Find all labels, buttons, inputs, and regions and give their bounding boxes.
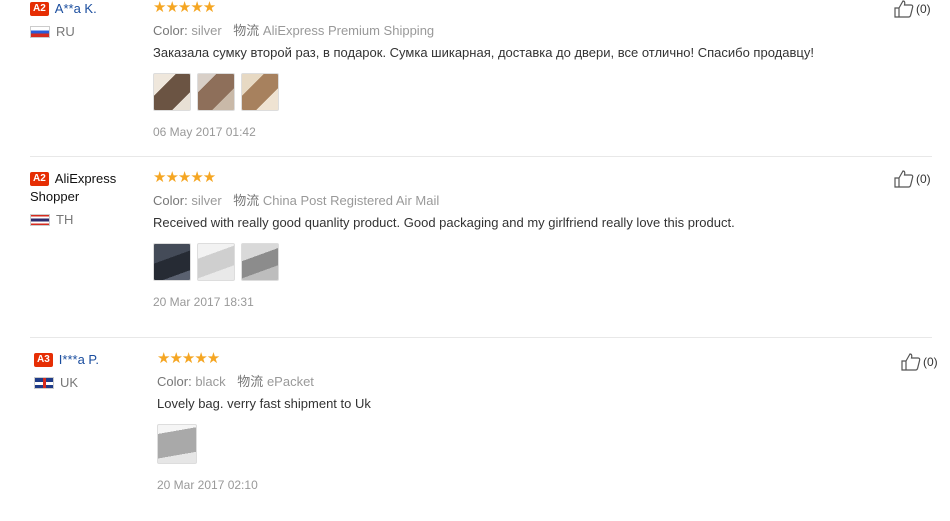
bag-photo-thumbnail[interactable] [197, 73, 235, 111]
shipping-value: ePacket [266, 374, 314, 389]
review-photos [157, 424, 371, 464]
thumbs-up-icon [901, 353, 921, 371]
reviewer-info: A3 I***a P. UK [34, 351, 149, 390]
review-photos [153, 73, 814, 111]
bag-photo-thumbnail[interactable] [153, 73, 191, 111]
level-badge: A2 [30, 172, 49, 186]
shipping-label: 物流 [237, 374, 264, 389]
review-meta: Color: silver 物流 China Post Registered A… [153, 190, 735, 209]
shipping-label: 物流 [233, 23, 260, 38]
helpful-count: (0) [916, 172, 931, 186]
shipping-value: AliExpress Premium Shipping [262, 23, 435, 38]
review-text: Received with really good quanlity produ… [153, 215, 735, 230]
country: RU [30, 24, 145, 39]
shipping-value: China Post Registered Air Mail [262, 193, 440, 208]
helpful-count: (0) [916, 2, 931, 16]
review-divider [30, 156, 932, 157]
flag-uk-icon [34, 376, 54, 389]
helpful-button[interactable]: (0) [894, 0, 931, 18]
country-code: RU [56, 24, 75, 39]
review-meta: Color: black 物流 ePacket [157, 371, 371, 390]
reviewer-name-line2: Shopper [30, 189, 80, 204]
bag-photo-thumbnail[interactable] [197, 243, 235, 281]
bag-photo-thumbnail[interactable] [157, 424, 197, 464]
flag-th-icon [30, 213, 50, 226]
shipping-label: 物流 [233, 193, 260, 208]
review-meta: Color: silver 物流 AliExpress Premium Ship… [153, 20, 814, 39]
thumbs-up-icon [894, 0, 914, 18]
helpful-button[interactable]: (0) [901, 353, 938, 371]
review-content: ★★★★★ Color: black 物流 ePacket Lovely bag… [157, 351, 371, 492]
color-label: Color: [157, 374, 192, 389]
level-badge: A2 [30, 2, 49, 16]
color-value: silver [191, 23, 222, 38]
bag-photo-thumbnail[interactable] [241, 243, 279, 281]
thumbs-up-icon [894, 170, 914, 188]
review-date: 20 Mar 2017 18:31 [153, 295, 254, 309]
review-photos [153, 243, 735, 281]
color-value: black [195, 374, 226, 389]
star-rating: ★★★★★ [157, 350, 220, 367]
reviewer-info: A2 AliExpress Shopper TH [30, 170, 145, 227]
bag-photo-thumbnail[interactable] [153, 243, 191, 281]
country-code: UK [60, 375, 79, 390]
helpful-count: (0) [923, 355, 938, 369]
country: UK [34, 375, 149, 390]
review-divider [30, 337, 932, 338]
star-rating: ★★★★★ [153, 169, 216, 186]
reviewer-name[interactable]: A**a K. [55, 1, 97, 16]
reviewer-name[interactable]: I***a P. [59, 352, 99, 367]
country: TH [30, 212, 145, 227]
review-date: 20 Mar 2017 02:10 [157, 478, 258, 492]
color-label: Color: [153, 23, 188, 38]
review-date: 06 May 2017 01:42 [153, 125, 256, 139]
country-code: TH [56, 212, 74, 227]
flag-ru-icon [30, 25, 50, 38]
bag-photo-thumbnail[interactable] [241, 73, 279, 111]
reviewer-info: A2 A**a K. RU [30, 0, 145, 39]
level-badge: A3 [34, 353, 53, 367]
review-text: Заказала сумку второй раз, в подарок. Су… [153, 45, 814, 60]
reviewer-name: AliExpress [54, 171, 117, 186]
star-rating: ★★★★★ [153, 0, 216, 16]
review-text: Lovely bag. verry fast shipment to Uk [157, 396, 371, 411]
color-value: silver [191, 193, 222, 208]
review-content: ★★★★★ Color: silver 物流 China Post Regist… [153, 170, 735, 309]
review-content: ★★★★★ Color: silver 物流 AliExpress Premiu… [153, 0, 814, 139]
color-label: Color: [153, 193, 188, 208]
helpful-button[interactable]: (0) [894, 170, 931, 188]
